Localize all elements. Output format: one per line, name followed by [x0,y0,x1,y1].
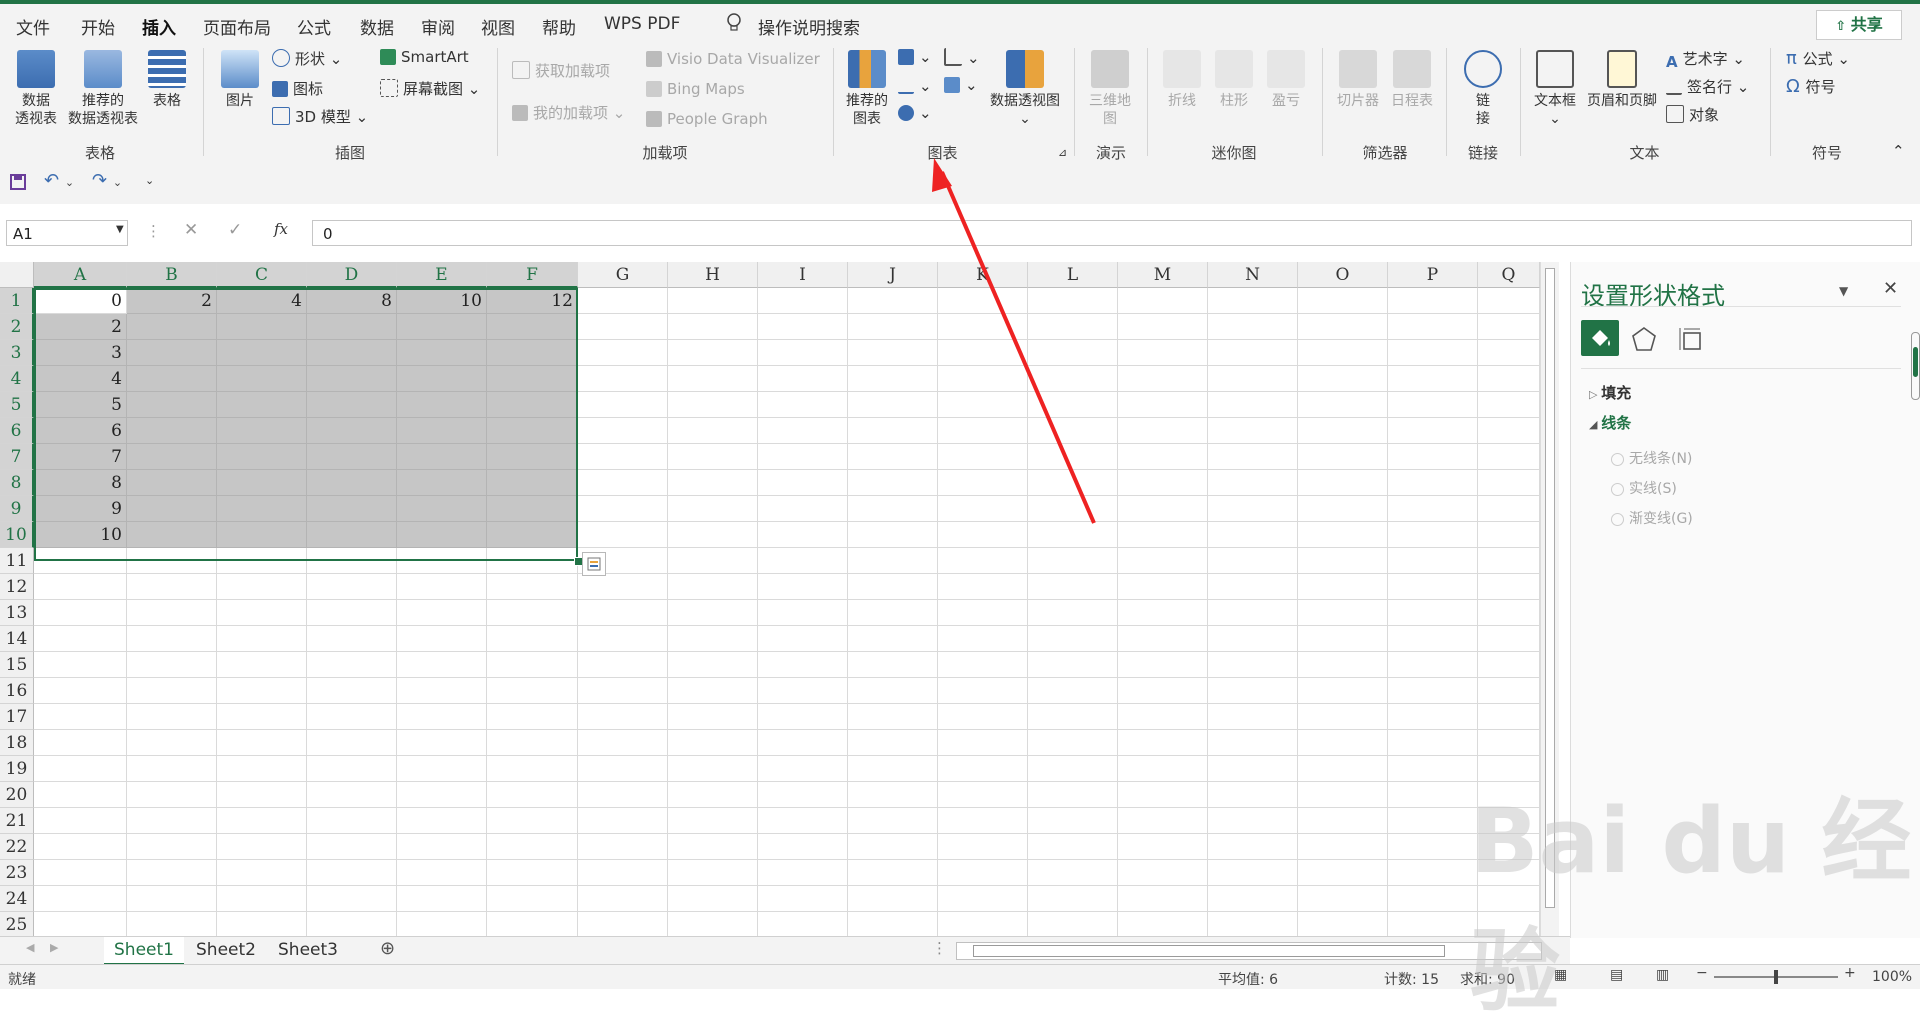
scroll-right-icon[interactable]: ▶ [50,941,58,954]
status-ready: 就绪 [8,972,36,988]
fill-section-header[interactable]: ▷ 填充 [1589,382,1631,403]
horizontal-scroll-thumb[interactable] [973,945,1445,957]
arrow-head [932,158,952,192]
pane-divider [1581,306,1901,307]
sheet-tab-sheet1[interactable]: Sheet1 [104,937,184,965]
sheet-tab-sheet3[interactable]: Sheet3 [268,937,348,963]
fill-line-tab[interactable] [1581,320,1619,356]
paint-bucket-icon [1592,330,1610,346]
radio-icon [1611,453,1624,466]
pane-divider [1581,368,1901,369]
pane-scrollbar[interactable] [1911,332,1920,400]
sheet-tab-sheet2[interactable]: Sheet2 [186,937,266,963]
radio-icon [1611,513,1624,526]
no-line-option[interactable]: 无线条(N) [1611,448,1692,468]
size-properties-icon [1679,328,1701,350]
status-count: 计数: 15 [1384,972,1439,988]
line-section-header[interactable]: ◢ 线条 [1589,412,1631,433]
radio-icon [1611,483,1624,496]
watermark: Bai du 经验 [1470,789,1912,1024]
scroll-left-icon[interactable]: ◀ [26,941,34,954]
status-average: 平均值: 6 [1218,972,1279,988]
collapse-arrow-icon: ◢ [1589,418,1602,431]
close-pane-icon[interactable]: ✕ [1883,278,1898,299]
pane-options-dropdown-icon[interactable]: ▼ [1839,284,1848,298]
expand-arrow-icon: ▷ [1589,388,1602,401]
tab-split-handle-icon[interactable]: ⋮ [932,939,947,957]
horizontal-scrollbar[interactable] [956,942,1542,960]
sheet-tab-bar: ◀ ▶ Sheet1 Sheet2 Sheet3 ⊕ ⋮ [0,936,1570,965]
size-properties-tab[interactable] [1675,324,1705,354]
new-sheet-icon[interactable]: ⊕ [380,938,395,959]
arrow-shaft [940,171,1096,524]
solid-line-option[interactable]: 实线(S) [1611,478,1677,498]
pentagon-icon [1632,327,1656,351]
pane-scroll-thumb[interactable] [1913,347,1918,377]
effects-tab[interactable] [1629,324,1659,354]
gradient-line-option[interactable]: 渐变线(G) [1611,508,1693,528]
